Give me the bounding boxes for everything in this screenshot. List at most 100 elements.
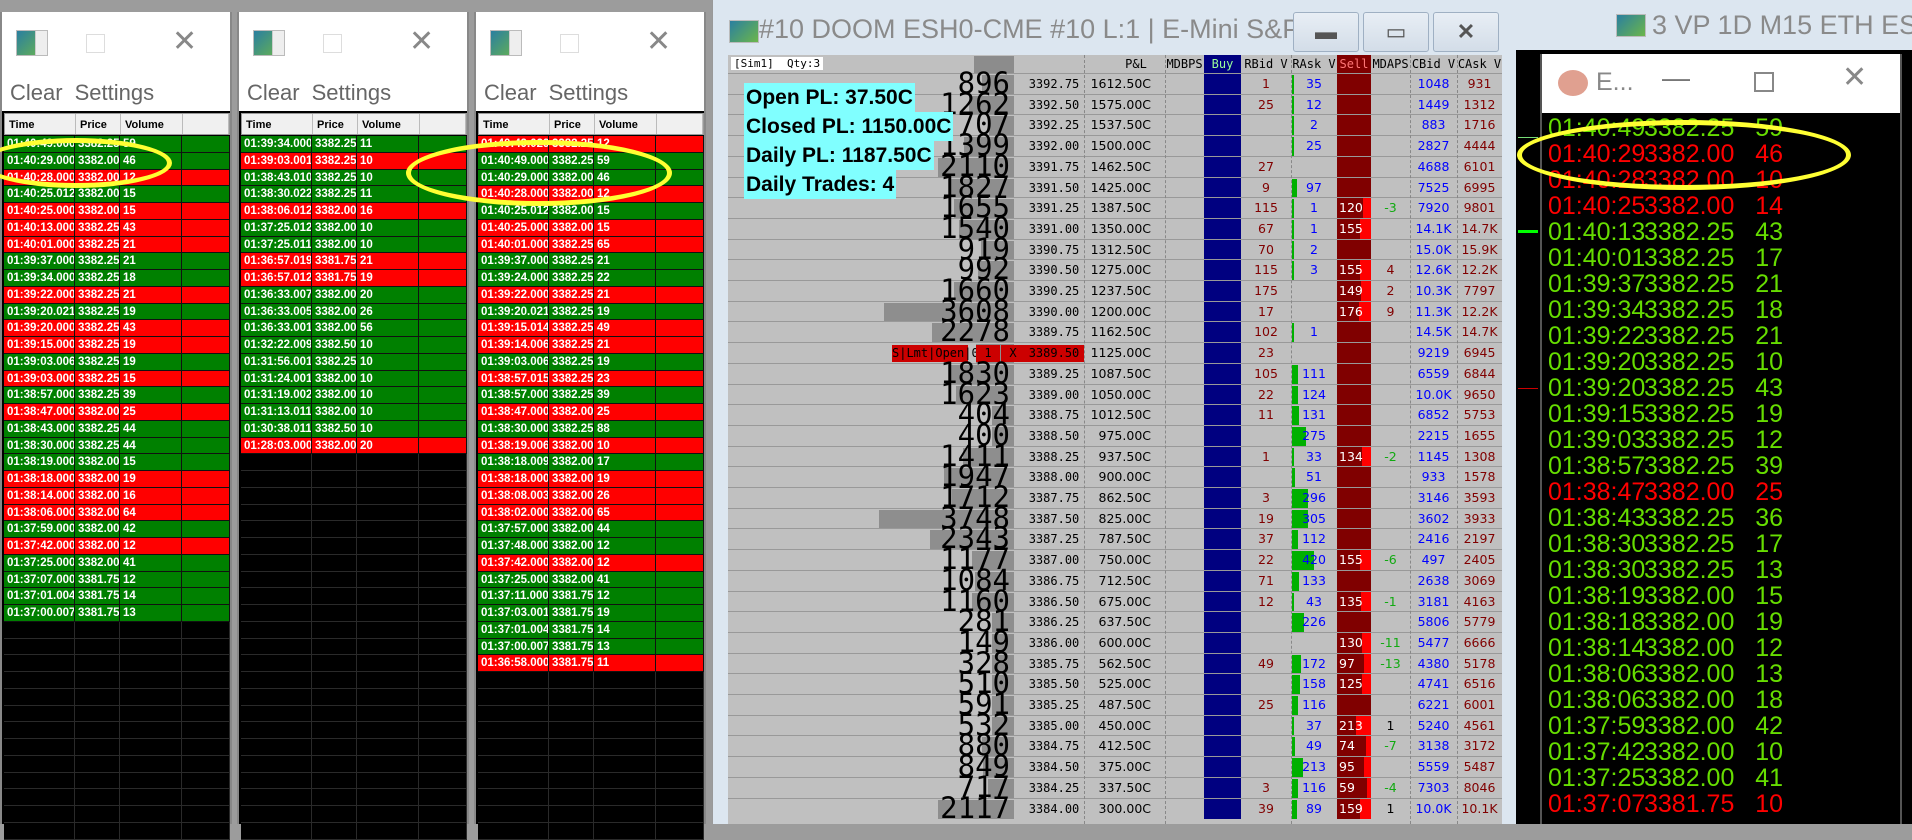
buy-cell[interactable] [1204, 156, 1241, 177]
trade-row[interactable]: 01:38:06.000 3382.00 64 [4, 504, 230, 522]
settings-button[interactable]: Settings [549, 80, 629, 105]
price-cell[interactable]: 3386.25 [1024, 612, 1084, 632]
sell-cell[interactable] [1337, 156, 1371, 177]
ladder-row[interactable]: 919 3390.75 1312.50C 70 2 15.0K 15.9K [728, 234, 1502, 264]
trade-row[interactable]: 01:40:25.012 3382.00 15 [478, 203, 704, 220]
ladder-row[interactable]: 510 3385.50 525.00C 158 125 4741 6516 [728, 668, 1502, 698]
trade-row[interactable]: 01:28:03.000 3382.00 20 [241, 437, 467, 455]
ladder-row[interactable]: 2343 3387.25 787.50C 37 112 2416 2197 [728, 523, 1502, 553]
maximize-button[interactable] [86, 34, 105, 53]
sell-cell[interactable] [1337, 508, 1371, 529]
column-header[interactable] [657, 114, 703, 134]
trade-row[interactable]: 01:37:25.000 3382.00 41 [478, 571, 704, 589]
price-cell[interactable]: 3392.00 [1024, 136, 1084, 156]
sell-cell[interactable] [1337, 177, 1371, 198]
close-button[interactable]: ✕ [1433, 12, 1499, 52]
buy-cell[interactable] [1204, 715, 1241, 736]
ladder-row[interactable]: 849 3384.50 375.00C 213 95 5559 5487 [728, 751, 1502, 781]
close-button[interactable]: ✕ [646, 24, 671, 59]
sell-cell[interactable] [1337, 115, 1371, 136]
trade-row[interactable]: 01:40:01.000 3382.25 65 [478, 236, 704, 254]
price-cell[interactable]: 3389.00 [1024, 385, 1084, 405]
column-header[interactable]: Volume [595, 114, 657, 134]
trade-row[interactable]: 01:38:47.000 3382.00 25 [478, 404, 704, 421]
price-cell[interactable]: 3390.25 [1024, 281, 1084, 301]
minimize-button[interactable]: ▬ [1293, 12, 1359, 52]
clear-button[interactable]: Clear [10, 80, 63, 105]
trade-row[interactable]: 01:31:24.001 3382.00 10 [241, 370, 467, 388]
trade-row[interactable]: 01:39:37.000 3382.25 21 [4, 253, 230, 270]
ladder-row[interactable]: 149 3386.00 600.00C 130 -11 5477 6666 [728, 627, 1502, 657]
buy-cell[interactable] [1204, 239, 1241, 260]
trade-row[interactable]: 01:39:03.006 3382.25 19 [4, 353, 230, 371]
price-cell[interactable]: 3389.25 [1024, 364, 1084, 384]
price-cell[interactable]: 3384.75 [1024, 736, 1084, 756]
trade-row[interactable]: 01:32:22.009 3382.50 10 [241, 337, 467, 354]
trade-row[interactable]: 01:37:42.000 3382.00 12 [478, 554, 704, 572]
ladder-row[interactable]: 1660 3390.25 1237.50C 175 149 2 10.3K 7797 [728, 275, 1502, 305]
buy-cell[interactable] [1204, 550, 1241, 571]
price-cell[interactable]: 3386.75 [1024, 571, 1084, 591]
ladder-row[interactable]: 328 3385.75 562.50C 49 172 97 -13 4380 5178 [728, 648, 1502, 678]
column-header[interactable]: Time [242, 114, 313, 134]
sell-cell[interactable] [1337, 363, 1371, 384]
ladder-row[interactable]: 2278 3389.75 1162.50C 102 1 14.5K 14.7K [728, 316, 1502, 346]
trade-row[interactable]: 01:38:57.000 3382.25 39 [478, 387, 704, 404]
trade-row[interactable]: 01:38:18.000 3382.00 19 [4, 471, 230, 488]
trade-row[interactable]: 01:38:30.022 3382.25 11 [241, 186, 467, 203]
trade-row[interactable]: 01:40:25.000 3382.00 15 [4, 203, 230, 220]
trade-row[interactable]: 01:37:25.011 3382.00 10 [241, 236, 467, 254]
settings-button[interactable]: Settings [312, 80, 392, 105]
sell-cell[interactable] [1337, 425, 1371, 446]
price-cell[interactable]: 3385.50 [1024, 674, 1084, 694]
trade-row[interactable]: 01:37:11.000 3381.75 12 [478, 588, 704, 605]
price-cell[interactable]: 3385.75 [1024, 654, 1084, 674]
trade-row[interactable]: 01:38:43.010 3382.25 10 [241, 169, 467, 187]
buy-cell[interactable] [1204, 94, 1241, 115]
ladder-row[interactable]: 1540 3391.00 1350.00C 67 1 155 14.1K 14.7K [728, 213, 1502, 243]
trade-row[interactable]: 01:38:57.000 3382.25 39 [4, 387, 230, 404]
trade-row[interactable]: 01:40:28.000 3382.00 12 [478, 186, 704, 203]
trade-row[interactable]: 01:37:25.012 3382.00 10 [241, 219, 467, 237]
trade-row[interactable]: 01:36:57.012 3381.75 19 [241, 270, 467, 287]
price-cell[interactable]: 3389.50 [1024, 345, 1084, 363]
trade-row[interactable]: 01:36:33.005 3382.00 26 [241, 303, 467, 321]
trade-row[interactable]: 01:39:14.006 3382.25 21 [478, 337, 704, 354]
buy-cell[interactable] [1204, 612, 1241, 633]
buy-cell[interactable] [1204, 570, 1241, 591]
maximize-button[interactable] [1754, 72, 1774, 92]
column-header[interactable] [183, 114, 229, 134]
trade-row[interactable]: 01:39:20.021 3382.25 19 [4, 303, 230, 321]
trade-row[interactable]: 01:40:25.012 3382.00 15 [4, 186, 230, 203]
buy-cell[interactable] [1204, 529, 1241, 550]
trade-row[interactable]: 01:38:19.000 3382.00 15 [4, 454, 230, 471]
buy-cell[interactable] [1204, 446, 1241, 467]
price-cell[interactable]: 3389.75 [1024, 322, 1084, 342]
trade-row[interactable]: 01:37:03.001 3381.75 19 [478, 605, 704, 622]
trade-row[interactable]: 01:38:18.000 3382.00 19 [478, 471, 704, 488]
trade-row[interactable]: 01:31:19.002 3382.00 10 [241, 387, 467, 404]
ladder-row[interactable]: 1712 3387.75 862.50C 3 296 3146 3593 [728, 482, 1502, 512]
trade-row[interactable]: 01:40:01.000 3382.25 21 [4, 236, 230, 254]
price-cell[interactable]: 3385.00 [1024, 716, 1084, 736]
ladder-row[interactable]: 1830 3389.25 1087.50C 105 111 6559 6844 [728, 358, 1502, 388]
trade-row[interactable]: 01:38:30.000 3382.25 88 [478, 420, 704, 438]
price-cell[interactable]: 3386.50 [1024, 592, 1084, 612]
trade-row[interactable]: 01:38:19.006 3382.00 10 [478, 437, 704, 455]
trade-row[interactable]: 01:40:13.000 3382.25 43 [4, 219, 230, 237]
buy-cell[interactable] [1204, 260, 1241, 281]
sell-cell[interactable] [1337, 343, 1371, 364]
sell-cell[interactable] [1337, 405, 1371, 426]
buy-cell[interactable] [1204, 632, 1241, 653]
trade-row[interactable]: 01:36:58.000 3381.75 11 [478, 655, 704, 672]
buy-cell[interactable] [1204, 695, 1241, 715]
trade-row[interactable]: 01:37:01.004 3381.75 14 [478, 621, 704, 639]
price-cell[interactable]: 3390.00 [1024, 302, 1084, 322]
price-cell[interactable]: 3388.75 [1024, 405, 1084, 425]
close-button[interactable]: ✕ [1842, 60, 1867, 95]
ladder-row[interactable]: 1411 3388.25 937.50C 1 33 134 -2 1145 1308 [728, 441, 1502, 471]
ladder-row[interactable]: 1177 3387.00 750.00C 22 420 155 -6 497 2405 [728, 544, 1502, 574]
trade-row[interactable]: 01:39:03.001 3382.25 10 [241, 152, 467, 170]
buy-cell[interactable] [1204, 591, 1241, 612]
clear-button[interactable]: Clear [247, 80, 300, 105]
